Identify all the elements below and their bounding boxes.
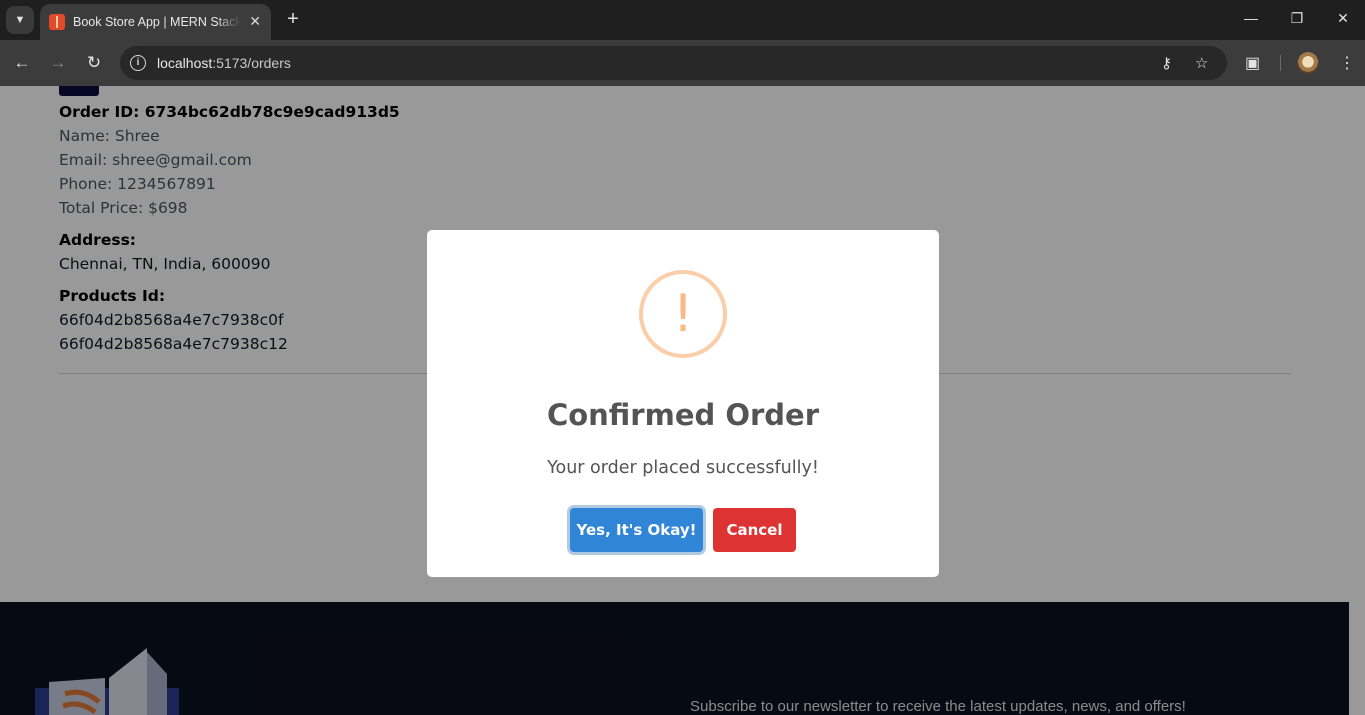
close-tab-icon[interactable]: ✕: [249, 13, 261, 29]
url-text: localhost:5173/orders: [157, 55, 291, 71]
browser-toolbar: ← → ↻ i localhost:5173/orders ⚷ ☆ ▣ ⋮: [0, 40, 1365, 86]
warning-icon: !: [639, 270, 727, 358]
new-tab-button[interactable]: +: [282, 8, 304, 30]
url-path: :5173/orders: [212, 55, 291, 71]
profile-avatar[interactable]: [1297, 52, 1319, 74]
confirmation-dialog: ! Confirmed Order Your order placed succ…: [427, 230, 939, 577]
chevron-down-icon: ▼: [14, 14, 26, 26]
extensions-puzzle-icon[interactable]: ▣: [1245, 53, 1260, 73]
more-menu-icon[interactable]: ⋮: [1339, 53, 1355, 73]
confirm-button[interactable]: Yes, It's Okay!: [570, 508, 703, 552]
browser-tab[interactable]: Book Store App | MERN Stack Project ✕: [40, 4, 271, 40]
tab-title: Book Store App | MERN Stack Project: [73, 15, 241, 29]
minimize-button[interactable]: —: [1241, 10, 1261, 26]
site-info-icon[interactable]: i: [130, 55, 146, 71]
url-host: localhost: [157, 55, 213, 71]
close-window-button[interactable]: ✕: [1333, 10, 1353, 27]
toolbar-divider: [1280, 55, 1281, 71]
tab-search-button[interactable]: ▼: [6, 6, 34, 34]
reload-button[interactable]: ↻: [83, 52, 105, 74]
forward-button[interactable]: →: [47, 52, 69, 74]
dialog-title: Confirmed Order: [546, 398, 820, 432]
restore-button[interactable]: ❐: [1287, 10, 1307, 27]
back-button[interactable]: ←: [11, 52, 33, 74]
book-favicon-icon: [49, 14, 65, 30]
dialog-message: Your order placed successfully!: [547, 458, 819, 478]
browser-tab-bar: ▼ Book Store App | MERN Stack Project ✕ …: [0, 0, 1365, 40]
cancel-button[interactable]: Cancel: [713, 508, 796, 552]
address-bar[interactable]: i localhost:5173/orders ⚷ ☆: [120, 46, 1227, 80]
password-key-icon[interactable]: ⚷: [1161, 54, 1172, 72]
bookmark-star-icon[interactable]: ☆: [1195, 54, 1208, 72]
